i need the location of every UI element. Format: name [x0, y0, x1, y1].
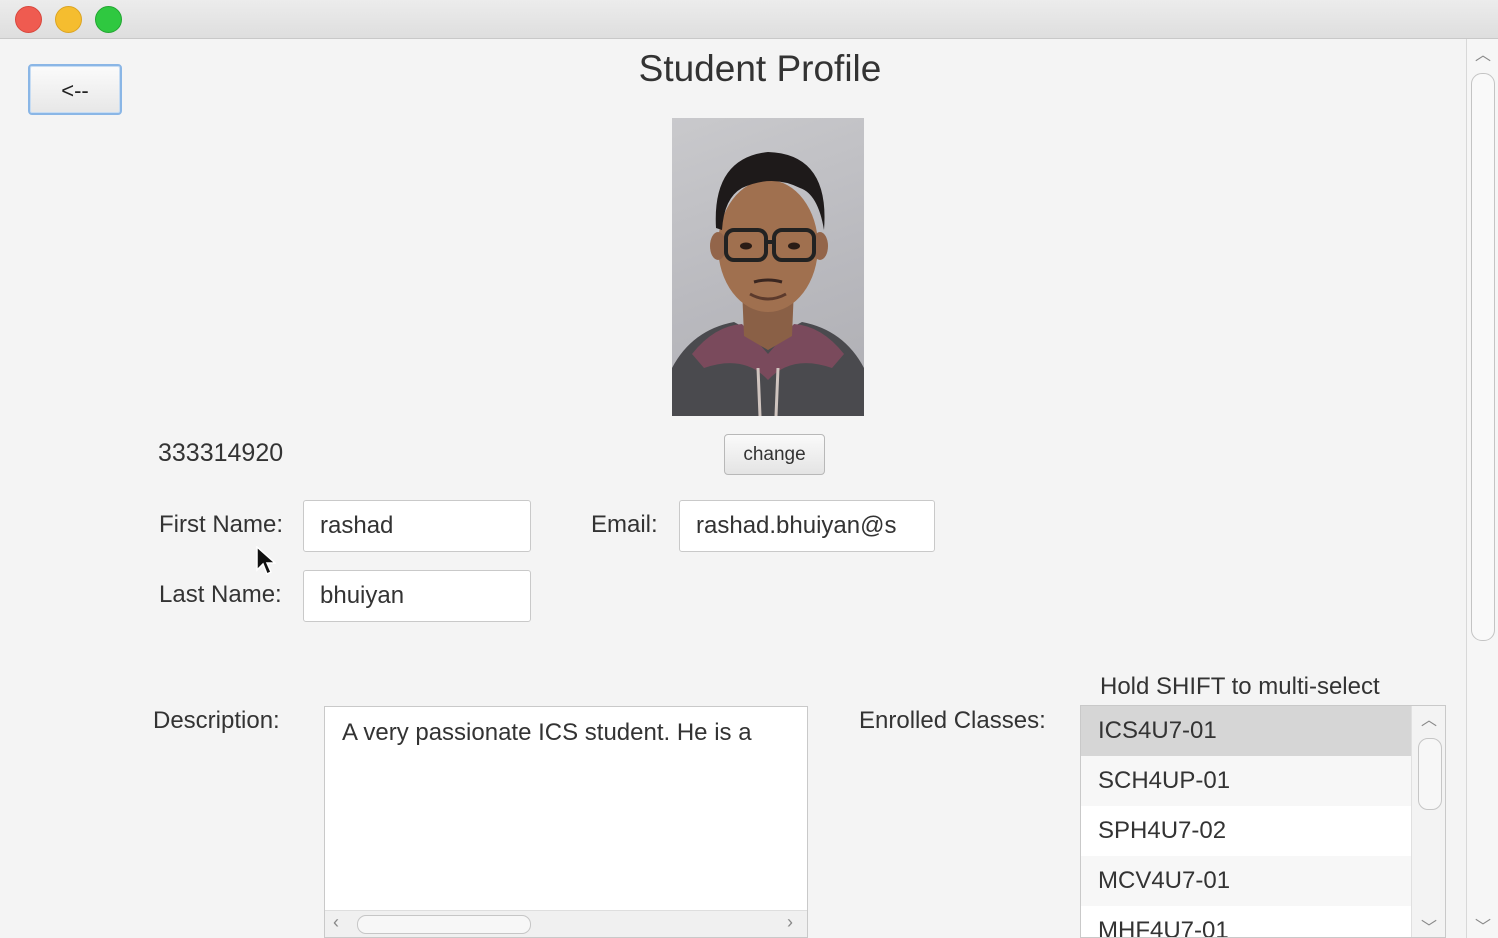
description-horizontal-scrollbar[interactable]: ‹ › [325, 910, 807, 937]
window-titlebar [0, 0, 1498, 39]
list-item[interactable]: ICS4U7-01 [1081, 706, 1412, 756]
list-item[interactable]: MHF4U7-01 [1081, 906, 1412, 937]
scroll-right-icon[interactable]: › [787, 912, 793, 933]
zoom-window-icon[interactable] [95, 6, 122, 33]
student-photo [672, 118, 864, 416]
scroll-down-icon[interactable]: ﹀ [1475, 913, 1491, 937]
email-field[interactable]: rashad.bhuiyan@s [679, 500, 935, 552]
classes-vertical-scrollbar[interactable]: ︿ ﹀ [1411, 706, 1445, 937]
scroll-left-icon[interactable]: ‹ [333, 912, 339, 933]
first-name-field[interactable]: rashad [303, 500, 531, 552]
window-vertical-scrollbar[interactable]: ︿ ﹀ [1466, 39, 1498, 938]
scroll-up-icon[interactable]: ︿ [1421, 706, 1437, 730]
vertical-scroll-thumb[interactable] [1418, 738, 1442, 810]
multi-select-hint: Hold SHIFT to multi-select [1100, 673, 1380, 700]
email-label: Email: [591, 511, 658, 538]
description-text: A very passionate ICS student. He is a [342, 719, 752, 746]
scroll-up-icon[interactable]: ︿ [1475, 41, 1491, 65]
description-label: Description: [153, 707, 280, 734]
scroll-down-icon[interactable]: ﹀ [1421, 914, 1437, 937]
enrolled-classes-list[interactable]: ICS4U7-01 SCH4UP-01 SPH4U7-02 MCV4U7-01 … [1080, 705, 1446, 938]
list-item[interactable]: SCH4UP-01 [1081, 756, 1412, 806]
last-name-field[interactable]: bhuiyan [303, 570, 531, 622]
close-window-icon[interactable] [15, 6, 42, 33]
student-id: 333314920 [158, 439, 284, 467]
last-name-label: Last Name: [159, 581, 282, 608]
person-photo-icon [672, 152, 864, 416]
window-scroll-thumb[interactable] [1471, 73, 1495, 641]
list-item[interactable]: SPH4U7-02 [1081, 806, 1412, 856]
back-button[interactable]: <-- [28, 64, 122, 115]
mouse-cursor-icon [256, 546, 276, 576]
change-photo-button[interactable]: change [724, 434, 825, 475]
first-name-label: First Name: [159, 511, 284, 538]
page-title: Student Profile [638, 48, 882, 89]
minimize-window-icon[interactable] [55, 6, 82, 33]
horizontal-scroll-thumb[interactable] [357, 915, 531, 934]
description-textarea[interactable]: A very passionate ICS student. He is a ‹… [324, 706, 808, 938]
enrolled-classes-label: Enrolled Classes: [859, 707, 1046, 734]
list-item[interactable]: MCV4U7-01 [1081, 856, 1412, 906]
